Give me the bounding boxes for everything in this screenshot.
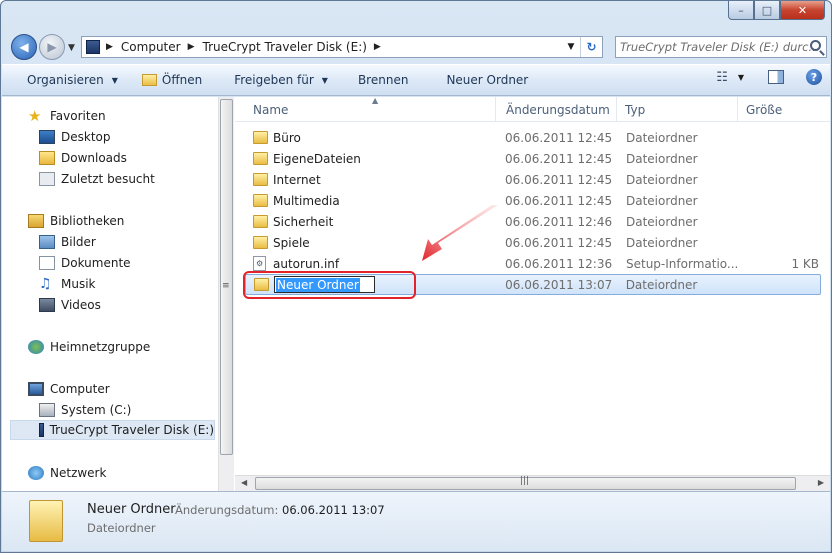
recent-places-icon bbox=[39, 172, 55, 186]
star-icon: ★ bbox=[28, 107, 42, 125]
folder-icon bbox=[253, 131, 268, 144]
table-row[interactable]: Büro 06.06.2011 12:45 Dateiordner bbox=[245, 127, 821, 148]
preview-pane-icon[interactable] bbox=[768, 70, 784, 84]
chevron-down-icon[interactable]: ▼ bbox=[738, 73, 744, 82]
breadcrumb-truecrypt-disk[interactable]: TrueCrypt Traveler Disk (E:) bbox=[203, 40, 367, 54]
details-modified: Änderungsdatum: 06.06.2011 13:07 bbox=[175, 503, 385, 517]
table-row[interactable]: EigeneDateien 06.06.2011 12:45 Dateiordner bbox=[245, 148, 821, 169]
sidebar-item-computer[interactable]: Computer bbox=[28, 379, 110, 399]
pictures-icon bbox=[39, 235, 55, 249]
folder-icon bbox=[253, 215, 268, 228]
sidebar-item-homegroup[interactable]: Heimnetzgruppe bbox=[28, 337, 150, 357]
table-row[interactable]: Spiele 06.06.2011 12:45 Dateiordner bbox=[245, 232, 821, 253]
share-button[interactable]: Freigeben für ▼ bbox=[214, 68, 340, 92]
desktop-icon bbox=[39, 130, 55, 144]
view-options-icon[interactable]: ☷ bbox=[716, 70, 728, 85]
documents-icon bbox=[39, 256, 55, 270]
videos-icon bbox=[39, 298, 55, 312]
folder-icon bbox=[29, 500, 63, 542]
close-button[interactable]: ✕ bbox=[780, 1, 825, 20]
window-controls: – □ ✕ bbox=[728, 1, 825, 21]
recent-pages-dropdown[interactable]: ▼ bbox=[68, 43, 75, 53]
address-history-dropdown[interactable]: ▼ bbox=[562, 37, 580, 57]
column-header-date[interactable]: Änderungsdatum bbox=[496, 97, 617, 122]
scroll-right-icon[interactable]: ▶ bbox=[818, 478, 824, 487]
horizontal-scrollbar[interactable]: ◀ ||| ▶ bbox=[235, 475, 830, 491]
open-button[interactable]: Öffnen bbox=[130, 68, 214, 92]
sidebar-item-network[interactable]: Netzwerk bbox=[28, 463, 106, 483]
table-row[interactable]: Multimedia 06.06.2011 12:45 Dateiordner bbox=[245, 190, 821, 211]
music-icon: ♫ bbox=[39, 276, 52, 292]
folder-icon bbox=[253, 173, 268, 186]
column-header-name[interactable]: Name ▲ bbox=[235, 96, 496, 122]
sidebar-item-documents[interactable]: Dokumente bbox=[39, 253, 131, 273]
network-icon bbox=[28, 466, 44, 480]
column-headers: Name ▲ Änderungsdatum Typ Größe bbox=[235, 96, 830, 122]
navigation-pane: ★ Favoriten Desktop Downloads Zuletzt bes… bbox=[2, 97, 218, 491]
search-placeholder: TrueCrypt Traveler Disk (E:) durc... bbox=[620, 40, 820, 54]
setup-file-icon bbox=[253, 256, 266, 271]
folder-icon bbox=[253, 152, 268, 165]
organize-button[interactable]: Organisieren ▼ bbox=[2, 68, 130, 92]
chevron-right-icon[interactable]: ▶ bbox=[374, 42, 381, 52]
explorer-window: – □ ✕ ◀ ▶ ▼ ▶ Computer ▶ TrueCrypt Trave… bbox=[0, 0, 832, 553]
drive-icon bbox=[86, 40, 100, 54]
new-folder-button[interactable]: Neuer Ordner bbox=[420, 68, 540, 92]
navigation-bar: ◀ ▶ ▼ ▶ Computer ▶ TrueCrypt Traveler Di… bbox=[9, 31, 827, 61]
table-row[interactable]: Sicherheit 06.06.2011 12:46 Dateiordner bbox=[245, 211, 821, 232]
scrollbar-thumb[interactable] bbox=[220, 99, 233, 455]
table-row[interactable]: Internet 06.06.2011 12:45 Dateiordner bbox=[245, 169, 821, 190]
chevron-down-icon: ▼ bbox=[111, 75, 118, 85]
sidebar-item-music[interactable]: ♫ Musik bbox=[39, 274, 96, 294]
details-pane: Neuer Ordner Änderungsdatum: 06.06.2011 … bbox=[2, 491, 830, 551]
minimize-button[interactable]: – bbox=[728, 1, 754, 20]
maximize-button[interactable]: □ bbox=[754, 1, 780, 20]
chevron-right-icon[interactable]: ▶ bbox=[188, 42, 195, 52]
content-area: ★ Favoriten Desktop Downloads Zuletzt bes… bbox=[2, 96, 830, 491]
highlight-box bbox=[243, 271, 416, 299]
refresh-icon[interactable]: ↻ bbox=[580, 37, 602, 57]
chevron-down-icon: ▼ bbox=[321, 75, 328, 85]
sidebar-item-recent[interactable]: Zuletzt besucht bbox=[39, 169, 155, 189]
grip-icon: ||| bbox=[520, 476, 530, 486]
drive-icon bbox=[39, 403, 55, 417]
details-name: Neuer Ordner bbox=[87, 502, 176, 517]
sidebar-item-videos[interactable]: Videos bbox=[39, 295, 101, 315]
breadcrumb-computer[interactable]: Computer bbox=[121, 40, 181, 54]
column-header-type[interactable]: Typ bbox=[617, 97, 738, 122]
sidebar-item-libraries[interactable]: Bibliotheken bbox=[28, 211, 124, 231]
search-input[interactable]: TrueCrypt Traveler Disk (E:) durc... bbox=[615, 36, 827, 58]
sidebar-item-truecrypt-disk[interactable]: TrueCrypt Traveler Disk (E:) bbox=[10, 420, 215, 440]
open-folder-icon bbox=[141, 74, 157, 86]
forward-button[interactable]: ▶ bbox=[39, 34, 65, 60]
sidebar-item-desktop[interactable]: Desktop bbox=[39, 127, 111, 147]
sidebar-item-favorites[interactable]: ★ Favoriten bbox=[28, 106, 106, 126]
burn-button[interactable]: Brennen bbox=[340, 68, 420, 92]
sidebar-item-downloads[interactable]: Downloads bbox=[39, 148, 127, 168]
pointer-arrow-icon bbox=[422, 205, 498, 261]
navigation-scrollbar[interactable]: ≡ bbox=[218, 97, 234, 491]
help-icon[interactable]: ? bbox=[806, 69, 822, 85]
sort-ascending-icon: ▲ bbox=[372, 96, 379, 105]
address-bar[interactable]: ▶ Computer ▶ TrueCrypt Traveler Disk (E:… bbox=[81, 36, 603, 58]
computer-icon bbox=[28, 382, 44, 396]
sidebar-item-pictures[interactable]: Bilder bbox=[39, 232, 96, 252]
truecrypt-drive-icon bbox=[39, 423, 44, 437]
libraries-icon bbox=[28, 214, 44, 228]
details-type: Dateiordner bbox=[87, 521, 156, 535]
scroll-left-icon[interactable]: ◀ bbox=[241, 478, 247, 487]
folder-icon bbox=[253, 236, 268, 249]
back-button[interactable]: ◀ bbox=[11, 34, 37, 60]
homegroup-icon bbox=[28, 340, 44, 354]
downloads-icon bbox=[39, 151, 55, 165]
chevron-right-icon[interactable]: ▶ bbox=[106, 42, 113, 52]
file-list: Name ▲ Änderungsdatum Typ Größe Büro 06.06… bbox=[235, 96, 830, 491]
column-header-size[interactable]: Größe bbox=[738, 97, 828, 122]
folder-icon bbox=[253, 194, 268, 207]
command-bar: Organisieren ▼ Öffnen Freigeben für ▼ Bren… bbox=[2, 64, 830, 96]
sidebar-item-system-c[interactable]: System (C:) bbox=[39, 400, 131, 420]
grip-icon: ≡ bbox=[222, 281, 230, 291]
search-icon[interactable] bbox=[810, 40, 821, 51]
